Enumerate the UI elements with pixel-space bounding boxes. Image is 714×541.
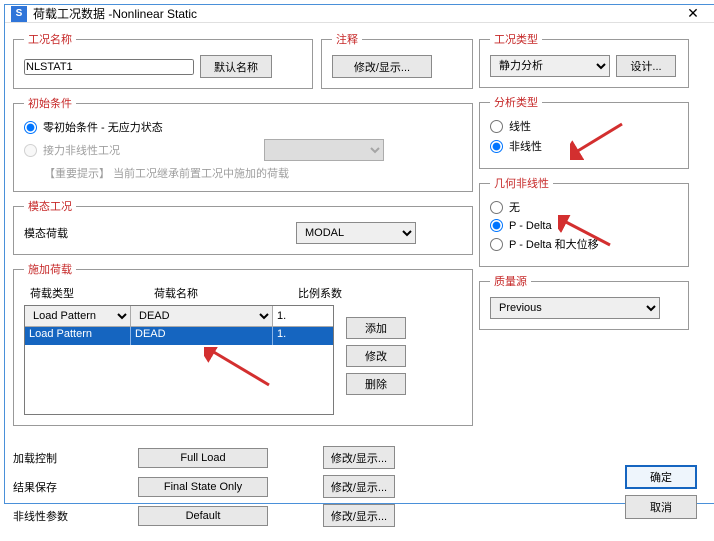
radio-continue: [24, 144, 37, 157]
mass-source-select[interactable]: Previous: [490, 297, 660, 319]
nl-params-label: 非线性参数: [13, 508, 123, 524]
load-ctrl-value: Full Load: [138, 448, 268, 468]
nl-params-edit-button[interactable]: 修改/显示...: [323, 504, 395, 527]
radio-pdelta[interactable]: [490, 219, 503, 232]
table-row[interactable]: Load Pattern DEAD 1.: [25, 327, 333, 345]
load-name-dropdown[interactable]: DEAD: [131, 306, 273, 326]
legend-geo: 几何非线性: [490, 175, 553, 191]
legend-case-type: 工况类型: [490, 31, 542, 47]
legend-analysis: 分析类型: [490, 94, 542, 110]
radio-zero-initial[interactable]: [24, 121, 37, 134]
legend-mass: 质量源: [490, 273, 531, 289]
radio-linear[interactable]: [490, 120, 503, 133]
titlebar: S 荷载工况数据 -Nonlinear Static ✕: [5, 5, 714, 23]
ok-button[interactable]: 确定: [625, 465, 697, 489]
result-save-edit-button[interactable]: 修改/显示...: [323, 475, 395, 498]
group-mass-source: 质量源 Previous: [479, 273, 689, 330]
radio-nonlinear[interactable]: [490, 140, 503, 153]
col-name-label: 荷载名称: [154, 285, 274, 301]
case-name-input[interactable]: [24, 59, 194, 75]
app-icon: S: [11, 6, 27, 22]
window: S 荷载工况数据 -Nonlinear Static ✕ 工况名称 默认名称 注…: [4, 4, 714, 504]
group-applied-loads: 施加荷载 荷载类型 荷载名称 比例系数 Load Pattern DEAD: [13, 261, 473, 426]
add-button[interactable]: 添加: [346, 317, 406, 339]
load-ctrl-edit-button[interactable]: 修改/显示...: [323, 446, 395, 469]
group-analysis-type: 分析类型 线性 非线性: [479, 94, 689, 169]
radio-pdelta-large[interactable]: [490, 238, 503, 251]
modal-case-select[interactable]: MODAL: [296, 222, 416, 244]
radio-pdelta-large-label: P - Delta 和大位移: [509, 236, 599, 252]
continue-case-select: [264, 139, 384, 161]
legend-applied: 施加荷载: [24, 261, 76, 277]
result-save-label: 结果保存: [13, 479, 123, 495]
load-scale-input[interactable]: [273, 306, 333, 326]
comment-edit-button[interactable]: 修改/显示...: [332, 55, 432, 78]
close-icon[interactable]: ✕: [675, 5, 711, 22]
modal-load-label: 模态荷载: [24, 225, 284, 241]
radio-geo-none-label: 无: [509, 199, 520, 215]
group-geo-nonlinear: 几何非线性 无 P - Delta P - Delta 和大位移: [479, 175, 689, 267]
legend-modal: 模态工况: [24, 198, 76, 214]
legend-case-name: 工况名称: [24, 31, 76, 47]
group-initial: 初始条件 零初始条件 - 无应力状态 接力非线性工况 【重要提示】 当前工况继承…: [13, 95, 473, 192]
default-name-button[interactable]: 默认名称: [200, 55, 272, 78]
radio-geo-none[interactable]: [490, 201, 503, 214]
window-title: 荷载工况数据 -Nonlinear Static: [33, 5, 669, 22]
group-case-type: 工况类型 静力分析 设计...: [479, 31, 689, 88]
design-button[interactable]: 设计...: [616, 55, 676, 77]
legend-initial: 初始条件: [24, 95, 76, 111]
radio-nonlinear-label: 非线性: [509, 138, 542, 154]
modify-button[interactable]: 修改: [346, 345, 406, 367]
row-type: Load Pattern: [25, 327, 131, 345]
col-type-label: 荷载类型: [30, 285, 130, 301]
cancel-button[interactable]: 取消: [625, 495, 697, 519]
right-column: 工况类型 静力分析 设计... 分析类型 线性 非线性: [479, 31, 689, 533]
left-column: 工况名称 默认名称 注释 修改/显示... 初始条件 零: [13, 31, 473, 533]
loads-grid[interactable]: Load Pattern DEAD Load Pattern DEAD 1.: [24, 305, 334, 415]
radio-continue-label: 接力非线性工况: [43, 142, 120, 158]
load-type-dropdown[interactable]: Load Pattern: [25, 306, 131, 326]
load-ctrl-label: 加载控制: [13, 450, 123, 466]
hint-text: 当前工况继承前置工况中施加的荷载: [113, 168, 289, 180]
case-type-select[interactable]: 静力分析: [490, 55, 610, 77]
group-comment: 注释 修改/显示...: [321, 31, 473, 89]
client-area: 工况名称 默认名称 注释 修改/显示... 初始条件 零: [5, 23, 714, 541]
legend-comment: 注释: [332, 31, 362, 47]
col-scale-label: 比例系数: [298, 285, 358, 301]
radio-zero-label: 零初始条件 - 无应力状态: [43, 119, 163, 135]
radio-linear-label: 线性: [509, 118, 531, 134]
row-scale: 1.: [273, 327, 333, 345]
row-name: DEAD: [131, 327, 273, 345]
delete-button[interactable]: 删除: [346, 373, 406, 395]
group-modal: 模态工况 模态荷载 MODAL: [13, 198, 473, 255]
result-save-value: Final State Only: [138, 477, 268, 497]
nl-params-value: Default: [138, 506, 268, 526]
group-case-name: 工况名称 默认名称: [13, 31, 313, 89]
hint-prefix: 【重要提示】: [44, 168, 110, 180]
radio-pdelta-label: P - Delta: [509, 220, 552, 232]
